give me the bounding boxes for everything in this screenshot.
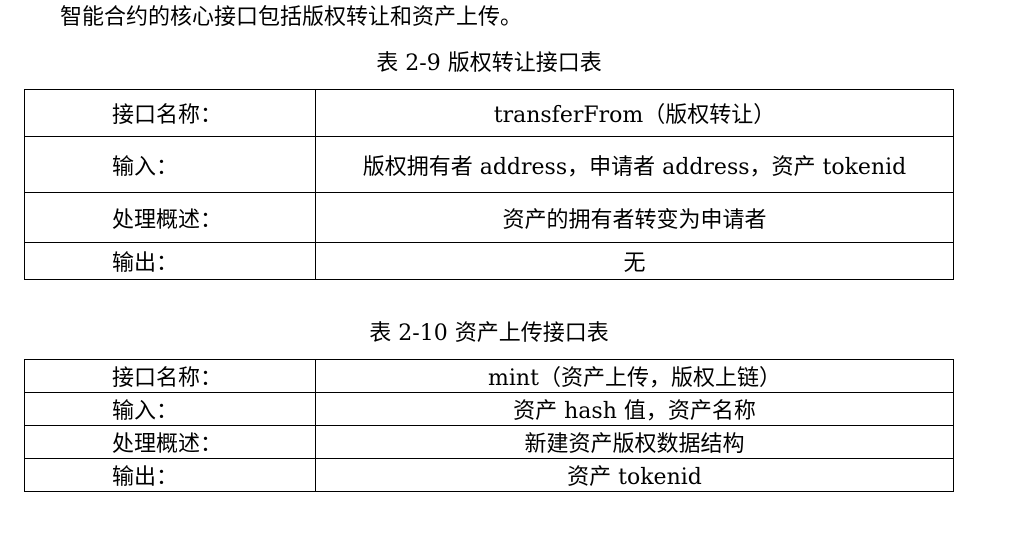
table-row: 处理概述： 资产的拥有者转变为申请者: [24, 192, 954, 243]
row-label: 输入：: [112, 154, 179, 180]
table-caption-transfer: 表 2-9 版权转让接口表: [376, 51, 602, 76]
table-row: 输出： 资产 tokenid: [24, 458, 954, 492]
row-label-cell: 输出：: [24, 458, 316, 492]
intro-paragraph: 智能合约的核心接口包括版权转让和资产上传。: [60, 5, 523, 30]
table-caption-upload: 表 2-10 资产上传接口表: [369, 321, 609, 346]
row-label-cell: 接口名称：: [24, 89, 316, 137]
row-label: 处理概述：: [112, 432, 223, 457]
row-label-cell: 输入：: [24, 392, 316, 426]
table-row: 接口名称： mint（资产上传，版权上链）: [24, 359, 954, 393]
transfer-interface-table: 接口名称： transferFrom（版权转让） 输入： 版权拥有者 addre…: [24, 89, 954, 280]
row-value: 新建资产版权数据结构: [315, 425, 954, 459]
row-label: 输出：: [112, 251, 179, 276]
table-row: 输出： 无: [24, 242, 954, 280]
table-row: 处理概述： 新建资产版权数据结构: [24, 425, 954, 459]
row-label-cell: 处理概述：: [24, 425, 316, 459]
row-value: 版权拥有者 address，申请者 address，资产 tokenid: [315, 136, 954, 193]
row-label: 输入：: [112, 399, 179, 424]
row-label-cell: 接口名称：: [24, 359, 316, 393]
table-row: 接口名称： transferFrom（版权转让）: [24, 89, 954, 137]
row-label-cell: 处理概述：: [24, 192, 316, 243]
row-value: 无: [315, 242, 954, 280]
row-label-cell: 输出：: [24, 242, 316, 280]
row-label: 接口名称：: [112, 103, 223, 128]
row-value: 资产 tokenid: [315, 458, 954, 492]
row-label-cell: 输入：: [24, 136, 316, 193]
row-value: mint（资产上传，版权上链）: [315, 359, 954, 393]
row-label: 接口名称：: [112, 366, 223, 391]
row-label: 输出：: [112, 465, 179, 490]
table-row: 输入： 资产 hash 值，资产名称: [24, 392, 954, 426]
table-row: 输入： 版权拥有者 address，申请者 address，资产 tokenid: [24, 136, 954, 193]
row-value: 资产 hash 值，资产名称: [315, 392, 954, 426]
row-value: 资产的拥有者转变为申请者: [315, 192, 954, 243]
upload-interface-table: 接口名称： mint（资产上传，版权上链） 输入： 资产 hash 值，资产名称…: [24, 359, 954, 492]
row-value: transferFrom（版权转让）: [315, 89, 954, 137]
row-label: 处理概述：: [112, 207, 223, 233]
